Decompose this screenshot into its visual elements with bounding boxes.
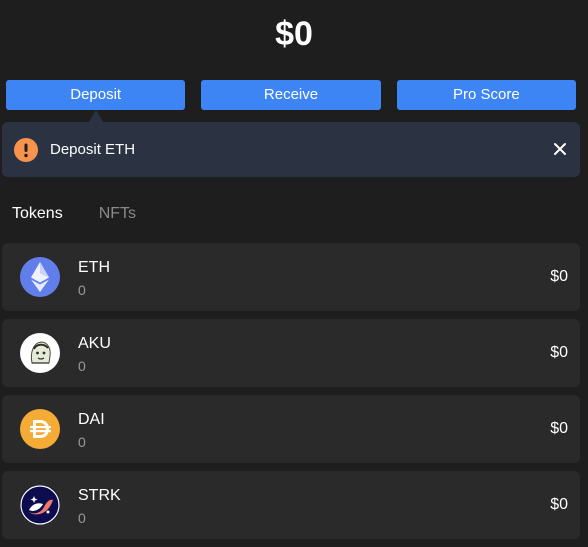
asset-tabs: Tokens NFTs	[12, 203, 136, 225]
pro-score-button[interactable]: Pro Score	[396, 80, 576, 110]
token-value: $0	[550, 420, 568, 437]
action-buttons: Deposit Receive Pro Score	[6, 80, 576, 110]
eth-logo-icon	[20, 257, 60, 297]
notice-text: Deposit ETH	[50, 141, 136, 158]
token-amount: 0	[78, 358, 86, 374]
token-symbol: DAI	[78, 411, 105, 428]
token-amount: 0	[78, 434, 86, 450]
receive-button[interactable]: Receive	[201, 80, 381, 110]
token-value: $0	[550, 344, 568, 361]
token-value: $0	[550, 496, 568, 513]
token-amount: 0	[78, 510, 86, 526]
token-list: ETH 0 $0 AKU 0 $0 DAI 0 $0 STRK 0 $0	[2, 243, 580, 547]
aku-logo-icon	[20, 333, 60, 373]
token-symbol: STRK	[78, 487, 121, 504]
total-balance: $0	[275, 15, 313, 53]
token-symbol: AKU	[78, 335, 111, 352]
token-row-strk[interactable]: STRK 0 $0	[2, 471, 580, 539]
dai-logo-icon	[20, 409, 60, 449]
strk-logo-icon	[20, 485, 60, 525]
notice-pointer	[89, 110, 103, 122]
token-row-aku[interactable]: AKU 0 $0	[2, 319, 580, 387]
close-icon[interactable]	[552, 141, 568, 157]
tab-nfts[interactable]: NFTs	[99, 203, 136, 225]
token-row-eth[interactable]: ETH 0 $0	[2, 243, 580, 311]
token-value: $0	[550, 268, 568, 285]
token-row-dai[interactable]: DAI 0 $0	[2, 395, 580, 463]
token-amount: 0	[78, 282, 86, 298]
tab-tokens[interactable]: Tokens	[12, 203, 63, 225]
exclamation-icon	[14, 138, 38, 162]
token-symbol: ETH	[78, 259, 110, 276]
deposit-notice: Deposit ETH	[2, 122, 580, 177]
deposit-button[interactable]: Deposit	[6, 80, 186, 110]
